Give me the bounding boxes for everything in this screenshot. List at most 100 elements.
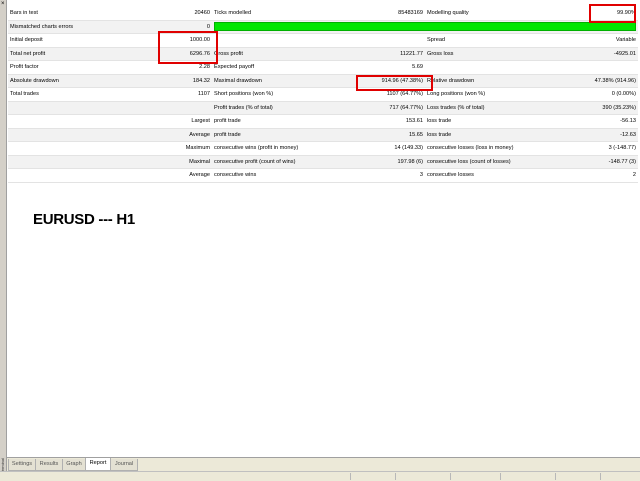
close-icon[interactable]: × bbox=[1, 1, 5, 7]
metric-label-mid: Expected payoff bbox=[212, 60, 364, 75]
metric-label-right: consecutive losses bbox=[425, 168, 577, 183]
row-value: Maximum bbox=[168, 141, 212, 156]
metric-label-mid: Ticks modelled bbox=[212, 7, 364, 21]
metric-label-right: Gross loss bbox=[425, 47, 577, 61]
metric-value-mid: 5.69 bbox=[364, 60, 425, 75]
metric-label-mid: Short positions (won %) bbox=[212, 87, 364, 102]
row-label: Total net profit bbox=[8, 47, 168, 61]
tab-settings[interactable]: Settings bbox=[8, 459, 36, 471]
status-divider bbox=[600, 473, 601, 480]
row-label bbox=[8, 155, 168, 169]
metric-label-right bbox=[425, 60, 577, 75]
metric-label-mid: consecutive wins (profit in money) bbox=[212, 141, 364, 156]
metric-label-mid: profit trade bbox=[212, 128, 364, 142]
row-value: 1107 bbox=[168, 87, 212, 102]
report-row: Profit factor 2.28 Expected payoff 5.69 bbox=[8, 60, 638, 75]
row-label: Absolute drawdown bbox=[8, 74, 168, 88]
metric-value-right: -148.77 (3) bbox=[577, 155, 638, 169]
report-row: Absolute drawdown 184.32 Maximal drawdown 9… bbox=[8, 74, 638, 88]
metric-value-right: -12.63 bbox=[577, 128, 638, 142]
row-label bbox=[8, 141, 168, 156]
metric-value-right bbox=[577, 60, 638, 75]
metric-value-right: -56.13 bbox=[577, 114, 638, 129]
metric-label-right: Long positions (won %) bbox=[425, 87, 577, 102]
highlight-max-drawdown bbox=[356, 75, 433, 91]
metric-value-right: 47.38% (914.96) bbox=[577, 74, 638, 88]
report-row: Average profit trade 15.65 loss trade -12.63 bbox=[8, 128, 638, 142]
metric-value-mid: 85483169 bbox=[364, 7, 425, 21]
metric-value-mid: 197.98 (6) bbox=[364, 155, 425, 169]
row-label bbox=[8, 114, 168, 129]
report-row: Total trades 1107 Short positions (won %) 1… bbox=[8, 87, 638, 102]
metric-label-right: loss trade bbox=[425, 128, 577, 142]
row-label: Initial deposit bbox=[8, 33, 168, 48]
metric-value-mid: 3 bbox=[364, 168, 425, 183]
report-table: Bars in test 20460 Ticks modelled 85483169 M… bbox=[8, 7, 638, 183]
report-row: Profit trades (% of total) 717 (64.77%) Lo… bbox=[8, 101, 638, 115]
modelling-quality-bar-cell bbox=[212, 20, 638, 34]
tab-results[interactable]: Results bbox=[35, 459, 63, 471]
metric-label-mid: Profit trades (% of total) bbox=[212, 101, 364, 115]
report-row: Bars in test 20460 Ticks modelled 85483169 M… bbox=[8, 7, 638, 21]
highlight-deposit-profit bbox=[158, 31, 218, 64]
report-row: Mismatched charts errors 0 bbox=[8, 20, 638, 34]
metric-label-mid: Maximal drawdown bbox=[212, 74, 364, 88]
row-label: Profit factor bbox=[8, 60, 168, 75]
status-divider bbox=[500, 473, 501, 480]
row-label bbox=[8, 168, 168, 183]
metric-value-right: 0 (0.00%) bbox=[577, 87, 638, 102]
metric-value-mid: 15.65 bbox=[364, 128, 425, 142]
metric-label-right: Relative drawdown bbox=[425, 74, 577, 88]
metric-value-mid bbox=[364, 33, 425, 48]
row-value: Average bbox=[168, 168, 212, 183]
status-divider bbox=[350, 473, 351, 480]
metric-label-right: consecutive losses (loss in money) bbox=[425, 141, 577, 156]
metric-label-right: loss trade bbox=[425, 114, 577, 129]
metric-label-right: Modelling quality bbox=[425, 7, 577, 21]
terminal-side-strip: × Terminal bbox=[0, 0, 7, 480]
tab-report[interactable]: Report bbox=[85, 458, 111, 471]
metric-label-mid: Gross profit bbox=[212, 47, 364, 61]
row-value: 20460 bbox=[168, 7, 212, 21]
metric-value-right: Variable bbox=[577, 33, 638, 48]
row-value bbox=[168, 101, 212, 115]
metric-value-right: 2 bbox=[577, 168, 638, 183]
row-value: Maximal bbox=[168, 155, 212, 169]
metric-value-mid: 153.61 bbox=[364, 114, 425, 129]
row-value: Average bbox=[168, 128, 212, 142]
metric-label-right: consecutive loss (count of losses) bbox=[425, 155, 577, 169]
row-label bbox=[8, 101, 168, 115]
metric-value-mid: 717 (64.77%) bbox=[364, 101, 425, 115]
row-value: Largest bbox=[168, 114, 212, 129]
report-row: Maximal consecutive profit (count of wins… bbox=[8, 155, 638, 169]
row-label: Total trades bbox=[8, 87, 168, 102]
metric-value-mid: 14 (149.33) bbox=[364, 141, 425, 156]
metric-label-right: Loss trades (% of total) bbox=[425, 101, 577, 115]
tab-graph[interactable]: Graph bbox=[62, 459, 86, 471]
metric-value-right: -4925.01 bbox=[577, 47, 638, 61]
metric-label-mid: consecutive profit (count of wins) bbox=[212, 155, 364, 169]
metric-value-right: 3 (-148.77) bbox=[577, 141, 638, 156]
row-label: Mismatched charts errors bbox=[8, 20, 168, 34]
status-divider bbox=[555, 473, 556, 480]
report-row: Maximum consecutive wins (profit in money… bbox=[8, 141, 638, 156]
metric-label-mid: profit trade bbox=[212, 114, 364, 129]
status-divider bbox=[450, 473, 451, 480]
row-label: Bars in test bbox=[8, 7, 168, 21]
metric-label-mid: consecutive wins bbox=[212, 168, 364, 183]
row-value: 184.32 bbox=[168, 74, 212, 88]
metric-value-right: 390 (35.23%) bbox=[577, 101, 638, 115]
metric-label-right: Spread bbox=[425, 33, 577, 48]
status-divider bbox=[395, 473, 396, 480]
metric-label-mid bbox=[212, 33, 364, 48]
pair-title: EURUSD --- H1 bbox=[33, 211, 135, 228]
metric-value-mid: 11221.77 bbox=[364, 47, 425, 61]
report-row: Total net profit 6296.76 Gross profit 11221… bbox=[8, 47, 638, 61]
modelling-quality-bar bbox=[214, 22, 636, 32]
tab-journal[interactable]: Journal bbox=[110, 459, 138, 471]
row-label bbox=[8, 128, 168, 142]
report-row: Largest profit trade 153.61 loss trade -56.1… bbox=[8, 114, 638, 129]
tester-tab-bar: Settings Results Graph Report Journal bbox=[7, 457, 640, 471]
report-row: Initial deposit 1000.00 Spread Variable bbox=[8, 33, 638, 48]
highlight-modelling-quality bbox=[589, 4, 636, 23]
